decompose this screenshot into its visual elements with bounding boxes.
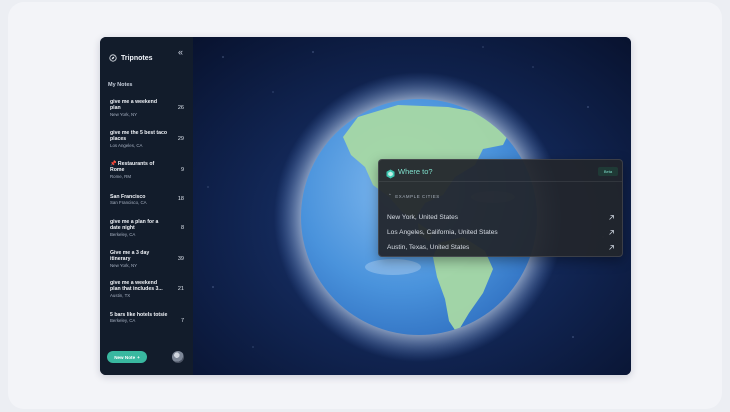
note-count: 21 — [177, 286, 184, 292]
note-count: 39 — [177, 256, 184, 262]
chevron-up-icon: ⌃ — [388, 193, 393, 198]
note-count: 26 — [177, 105, 184, 111]
note-location: Austin, TX — [110, 292, 131, 298]
note-location: New York, NY — [110, 111, 138, 117]
note-title: give me a weekend plan — [110, 99, 157, 112]
note-location: Los Angeles, CA — [110, 142, 143, 148]
city-suggestion[interactable]: Austin, Texas, United States — [387, 236, 615, 251]
city-name: Los Angeles, California, United States — [387, 229, 498, 236]
note-location: Berkeley, CA — [110, 231, 136, 237]
search-palette: Beta ⌃ EXAMPLE CITIES New York, United S… — [378, 159, 623, 257]
note-item[interactable]: San Francisco San Francisco, CA 18 — [110, 194, 188, 206]
note-title: 📌 Restaurants of Rome — [110, 161, 155, 174]
note-item[interactable]: 5 bars like hotels totsie Berkeley, CA 7 — [110, 312, 188, 324]
brand[interactable]: Tripnotes — [109, 49, 153, 67]
note-location: Berkeley, CA — [110, 318, 136, 324]
section-title: My Notes — [108, 82, 133, 88]
new-note-button[interactable]: New Note + — [107, 351, 147, 363]
note-count: 29 — [177, 136, 184, 142]
city-name: New York, United States — [387, 214, 459, 221]
note-count: 18 — [177, 196, 184, 202]
note-location: Rome, RM — [110, 173, 131, 179]
note-item[interactable]: give me a weekend plan New York, NY 26 — [110, 99, 188, 118]
note-item[interactable]: 📌 Restaurants of Rome Rome, RM 9 — [110, 161, 188, 180]
note-location: New York, NY — [110, 262, 138, 268]
beta-button[interactable]: Beta — [598, 167, 618, 176]
note-item[interactable]: give me the 5 best taco places Los Angel… — [110, 130, 188, 149]
sidebar: Tripnotes « My Notes give me a weekend p… — [100, 37, 193, 375]
app-name: Tripnotes — [121, 54, 153, 62]
note-item[interactable]: give me a weekend plan that includes 3..… — [110, 280, 188, 299]
note-location: San Francisco, CA — [110, 200, 147, 206]
note-count: 8 — [180, 225, 184, 231]
chevrons-left-icon[interactable]: « — [178, 48, 183, 57]
note-item[interactable]: give me a plan for a date night Berkeley… — [110, 219, 188, 238]
avatar[interactable] — [172, 351, 184, 363]
city-suggestion[interactable]: New York, United States — [387, 206, 615, 221]
note-item[interactable]: Give me a 3 day itinerary New York, NY 3… — [110, 250, 188, 269]
city-suggestion[interactable]: Los Angeles, California, United States — [387, 221, 615, 236]
note-title: give me a plan for a date night — [110, 219, 159, 232]
app-window: Tripnotes « My Notes give me a weekend p… — [100, 37, 631, 375]
hexagon-icon — [386, 166, 395, 184]
note-count: 7 — [180, 318, 184, 324]
compass-icon — [109, 49, 117, 67]
search-row: Beta — [379, 160, 622, 182]
city-name: Austin, Texas, United States — [387, 244, 470, 251]
note-title: Give me a 3 day itinerary — [110, 250, 150, 263]
examples-heading: ⌃ EXAMPLE CITIES — [388, 193, 440, 199]
globe-view[interactable]: Beta ⌃ EXAMPLE CITIES New York, United S… — [193, 37, 631, 375]
note-title: give me a weekend plan that includes 3..… — [110, 280, 163, 293]
arrow-up-right-icon — [608, 238, 615, 256]
examples-label: EXAMPLE CITIES — [395, 193, 440, 199]
plus-icon: + — [137, 354, 140, 360]
note-title: give me the 5 best taco places — [110, 130, 168, 143]
note-count: 9 — [180, 167, 184, 173]
new-note-label: New Note — [114, 354, 136, 360]
search-input[interactable] — [398, 165, 578, 177]
